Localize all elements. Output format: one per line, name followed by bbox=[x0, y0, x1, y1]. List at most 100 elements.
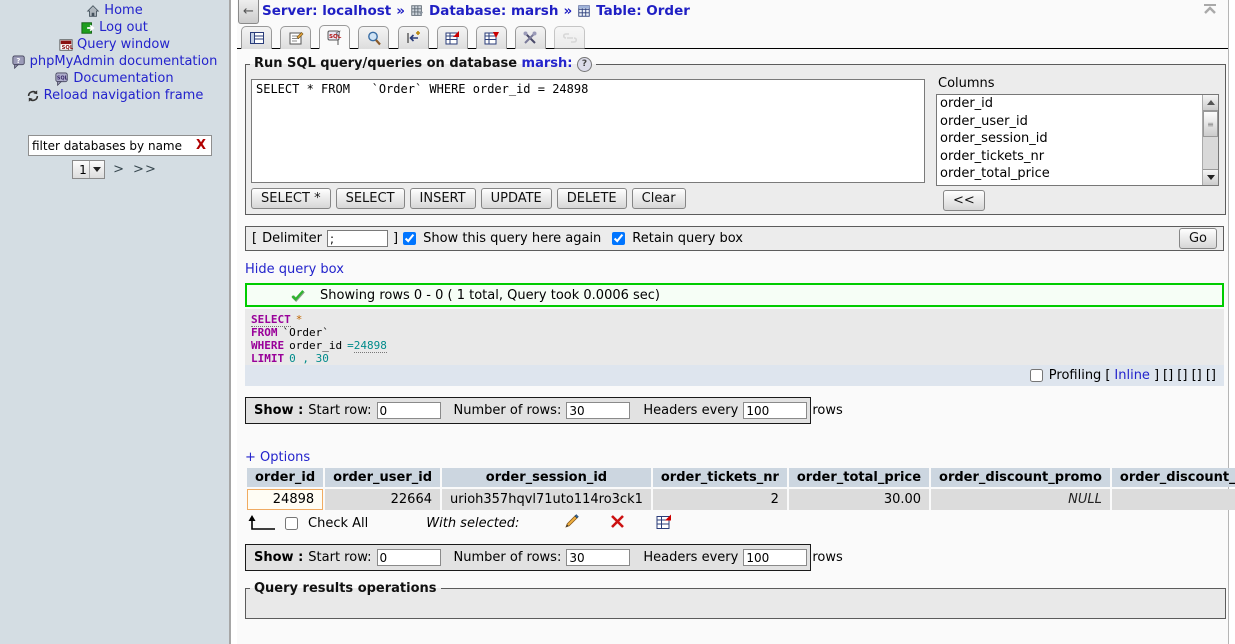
tab-operations[interactable] bbox=[515, 26, 546, 49]
sql-window-icon: SQL bbox=[59, 38, 73, 52]
insert-column-button[interactable]: << bbox=[943, 190, 985, 211]
start-row-input[interactable] bbox=[377, 402, 441, 419]
go-button[interactable]: Go bbox=[1179, 228, 1217, 249]
cell-order-id: 24898 bbox=[247, 489, 323, 510]
sidebar-item-query-window[interactable]: SQL Query window bbox=[0, 36, 229, 53]
breadcrumb-database-link[interactable]: Database: marsh bbox=[429, 3, 558, 19]
sql-icon: SQL bbox=[327, 30, 343, 46]
columns-listbox[interactable]: order_id order_user_id order_session_id … bbox=[936, 94, 1219, 186]
check-all-checkbox[interactable] bbox=[285, 517, 298, 530]
scroll-down-icon[interactable] bbox=[1203, 169, 1218, 185]
inline-edit-link[interactable]: Inline bbox=[1114, 368, 1150, 383]
delimiter-bar: [ Delimiter ] Show this query here again… bbox=[245, 226, 1224, 251]
reload-icon bbox=[26, 89, 40, 103]
column-header[interactable]: order_tickets_nr bbox=[653, 468, 787, 487]
number-of-rows-input[interactable] bbox=[566, 549, 630, 566]
export-icon bbox=[444, 30, 460, 46]
back-button[interactable]: ← bbox=[238, 0, 259, 24]
pagination-bar-top: Show : Start row: Number of rows: Header… bbox=[245, 397, 811, 424]
profiling-checkbox[interactable] bbox=[1030, 369, 1043, 382]
start-row-input[interactable] bbox=[377, 549, 441, 566]
cell-order-total-price: 30.00 bbox=[789, 489, 929, 510]
sidebar-item-documentation[interactable]: SQL Documentation bbox=[0, 70, 229, 87]
select-button[interactable]: SELECT bbox=[336, 188, 405, 209]
headers-every-label: Headers every bbox=[643, 403, 738, 418]
sql-query-textarea[interactable]: SELECT * FROM `Order` WHERE order_id = 2… bbox=[251, 79, 925, 183]
delete-button[interactable]: DELETE bbox=[557, 188, 627, 209]
update-button[interactable]: UPDATE bbox=[481, 188, 552, 209]
retain-query-box-checkbox[interactable] bbox=[612, 232, 625, 245]
cell-order-discount-promo: NULL bbox=[931, 489, 1110, 510]
tab-empty bbox=[554, 26, 585, 49]
rows-label: rows bbox=[812, 550, 842, 565]
svg-text:SQL: SQL bbox=[329, 34, 342, 40]
tab-insert[interactable] bbox=[398, 26, 429, 49]
column-header[interactable]: order_user_id bbox=[325, 468, 440, 487]
scroll-thumb[interactable]: ≡ bbox=[1203, 111, 1218, 137]
column-header[interactable]: order_session_id bbox=[442, 468, 651, 487]
hide-query-box-link[interactable]: Hide query box bbox=[245, 262, 344, 277]
sidebar-item-pma-docs[interactable]: ? phpMyAdmin documentation bbox=[0, 53, 229, 70]
sidebar-item-logout[interactable]: Log out bbox=[0, 19, 229, 36]
tab-import[interactable] bbox=[476, 26, 507, 49]
column-option[interactable]: order_session_id bbox=[937, 130, 1218, 148]
column-header[interactable]: order_discount_promo bbox=[931, 468, 1110, 487]
sidebar-item-label: Documentation bbox=[73, 71, 173, 86]
sidebar-item-home[interactable]: Home bbox=[0, 2, 229, 19]
column-option[interactable]: order_user_id bbox=[937, 113, 1218, 131]
collapse-top-icon[interactable] bbox=[1202, 3, 1218, 19]
sidebar-item-label: Log out bbox=[99, 20, 148, 35]
breadcrumb-server-link[interactable]: Server: localhost bbox=[262, 3, 391, 19]
column-option[interactable]: order_tickets_nr bbox=[937, 148, 1218, 166]
next-page-link[interactable]: > bbox=[113, 162, 125, 177]
run-sql-legend-text: Run SQL query/queries on database bbox=[254, 56, 517, 71]
tab-export[interactable] bbox=[437, 26, 468, 49]
sql-doc-icon: SQL bbox=[55, 72, 69, 86]
tab-search[interactable] bbox=[358, 26, 389, 49]
options-toggle-link[interactable]: + Options bbox=[245, 450, 310, 465]
column-header[interactable]: order_id bbox=[247, 468, 323, 487]
scroll-up-icon[interactable] bbox=[1203, 95, 1218, 111]
last-page-link[interactable]: >> bbox=[133, 162, 157, 177]
columns-label: Columns bbox=[938, 76, 995, 91]
page-select[interactable]: 1 bbox=[72, 160, 105, 179]
check-all-label[interactable]: Check All bbox=[308, 516, 368, 531]
show-label: Show : bbox=[254, 403, 303, 418]
column-option[interactable]: order_id bbox=[937, 95, 1218, 113]
run-sql-legend: Run SQL query/queries on database marsh:… bbox=[250, 56, 596, 72]
database-filter-input[interactable] bbox=[29, 138, 191, 154]
help-icon[interactable]: ? bbox=[577, 57, 592, 72]
database-pager: 1 > >> bbox=[0, 160, 229, 179]
table-tab-strip: SQL bbox=[237, 25, 1228, 49]
tab-browse[interactable] bbox=[241, 26, 272, 49]
select-star-button[interactable]: SELECT * bbox=[251, 188, 331, 209]
insert-button[interactable]: INSERT bbox=[410, 188, 476, 209]
chevron-down-icon bbox=[89, 161, 104, 178]
sql-line: FROM`Order` bbox=[251, 326, 1224, 339]
headers-every-input[interactable] bbox=[743, 549, 807, 566]
tab-sql[interactable]: SQL bbox=[319, 25, 350, 49]
sql-line: LIMIT0 , 30 bbox=[251, 352, 1224, 365]
show-query-again-checkbox[interactable] bbox=[403, 232, 416, 245]
clear-button[interactable]: Clear bbox=[632, 188, 686, 209]
bracket-open: [ bbox=[1105, 368, 1110, 383]
columns-scrollbar[interactable]: ≡ bbox=[1202, 95, 1218, 185]
tab-structure[interactable] bbox=[280, 26, 311, 49]
number-of-rows-input[interactable] bbox=[566, 402, 630, 419]
breadcrumb-table-link[interactable]: Table: Order bbox=[596, 3, 690, 19]
rows-label: rows bbox=[812, 403, 842, 418]
column-header[interactable]: order_total_price bbox=[789, 468, 929, 487]
row-actions-bar: Check All With selected: bbox=[247, 511, 672, 535]
database-marsh-link[interactable]: marsh: bbox=[522, 56, 573, 71]
database-icon bbox=[410, 4, 424, 18]
column-header[interactable]: order_discount_price bbox=[1112, 468, 1235, 487]
delete-selected-button[interactable] bbox=[610, 514, 625, 533]
export-selected-button[interactable] bbox=[655, 513, 672, 534]
marked-rows-arrow-icon bbox=[247, 515, 277, 532]
column-option[interactable]: order_total_price bbox=[937, 165, 1218, 183]
sidebar-item-reload-nav[interactable]: Reload navigation frame bbox=[0, 87, 229, 104]
filter-clear-button[interactable]: X bbox=[191, 138, 211, 153]
edit-selected-button[interactable] bbox=[563, 513, 580, 534]
headers-every-input[interactable] bbox=[743, 402, 807, 419]
delimiter-input[interactable] bbox=[327, 230, 388, 247]
